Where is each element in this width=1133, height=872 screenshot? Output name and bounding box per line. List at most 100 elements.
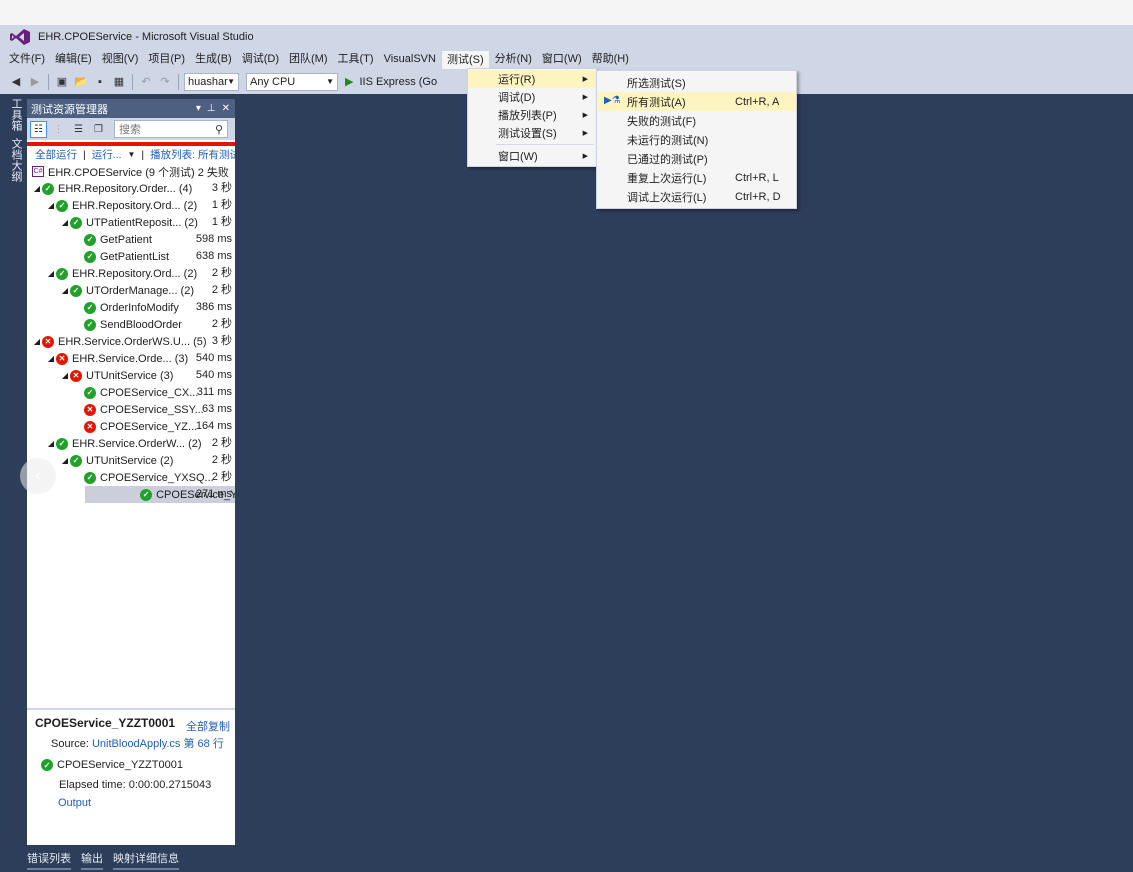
back-icon[interactable]: ◀ — [8, 74, 24, 90]
playlist-link[interactable]: 播放列表: 所有测试 — [150, 147, 235, 162]
copy-all-link[interactable]: 全部复制 — [186, 718, 230, 734]
test-tree-row[interactable]: ◢ ✓ UTPatientReposit... (2) 1 秒 — [27, 214, 235, 231]
test-tree-row[interactable]: ◢ ✕ EHR.Service.Orde... (3) 540 ms — [27, 350, 235, 367]
test-search-input[interactable]: 搜索 ⚲ — [114, 120, 228, 138]
expand-triangle-icon[interactable]: ◢ — [60, 218, 70, 227]
test-menu-item[interactable]: 测试设置(S) ▶ — [468, 124, 596, 142]
output-link[interactable]: Output — [35, 797, 227, 809]
test-tree-row[interactable]: ◢ ✕ UTUnitService (3) 540 ms — [27, 367, 235, 384]
undo-icon[interactable]: ↶ — [138, 74, 154, 90]
chevron-down-icon[interactable]: ▼ — [128, 150, 136, 159]
detail-result: ✓ CPOEService_YZZT0001 — [35, 759, 227, 771]
test-tree-row[interactable]: ◢ ✓ EHR.Repository.Order... (4) 3 秒 — [27, 180, 235, 197]
run-submenu-item[interactable]: 失败的测试(F) — [597, 111, 796, 130]
menu-bar: 文件(F) 编辑(E) 视图(V) 项目(P) 生成(B) 调试(D) 团队(M) 工具(T)… — [0, 50, 634, 69]
save-icon[interactable]: ▪ — [92, 74, 108, 90]
close-icon[interactable]: ✕ — [222, 103, 230, 114]
test-tree-row[interactable]: ✕ CPOEService_SSY... 63 ms — [27, 401, 235, 418]
start-debug-icon[interactable]: ▶ — [345, 75, 353, 88]
document-outline-tab[interactable]: 文档大纲 — [8, 138, 24, 182]
tab-mapping-details[interactable]: 映射详细信息 — [113, 850, 179, 870]
run-submenu-item[interactable]: 重复上次运行(L) Ctrl+R, L — [597, 168, 796, 187]
test-menu-item[interactable]: 运行(R) ▶ — [468, 70, 596, 88]
test-menu-item[interactable]: 播放列表(P) ▶ — [468, 106, 596, 124]
menu-item[interactable]: 测试(S) — [440, 50, 490, 69]
tab-output[interactable]: 输出 — [81, 850, 103, 870]
expand-triangle-icon[interactable]: ◢ — [32, 337, 42, 346]
platform-select[interactable]: Any CPU ▼ — [246, 72, 338, 91]
pin-icon[interactable]: ⊥ — [207, 103, 216, 114]
run-all-link[interactable]: 全部运行 — [35, 147, 77, 162]
menu-item[interactable]: 编辑(E) — [50, 50, 97, 69]
expand-triangle-icon[interactable]: ◢ — [46, 269, 56, 278]
run-submenu-item[interactable]: 调试上次运行(L) Ctrl+R, D — [597, 187, 796, 206]
group-by-icon[interactable]: ☷ — [30, 120, 47, 138]
test-name: GetPatientList — [100, 250, 170, 263]
menu-item[interactable]: 工具(T) — [333, 50, 379, 69]
forward-icon[interactable]: ▶ — [27, 74, 43, 90]
menu-item[interactable]: VisualSVN — [379, 50, 441, 69]
passed-icon: ✓ — [41, 759, 53, 771]
run-submenu-item[interactable]: 所选测试(S) — [597, 73, 796, 92]
solution-config-select[interactable]: huashar ▼ — [184, 72, 239, 91]
menu-item[interactable]: 帮助(H) — [587, 50, 634, 69]
window-position-icon[interactable]: ▾ — [196, 103, 201, 114]
tab-error-list[interactable]: 错误列表 — [27, 850, 71, 870]
test-explorer-title: 测试资源管理器 — [31, 103, 108, 116]
expand-triangle-icon[interactable]: ◢ — [32, 184, 42, 193]
test-tree-row[interactable]: ◢ ✓ UTOrderManage... (2) 2 秒 — [27, 282, 235, 299]
copy-icon[interactable]: ❐ — [90, 121, 107, 138]
menu-item[interactable]: 文件(F) — [4, 50, 50, 69]
test-detail-pane: CPOEService_YZZT0001 全部复制 Source: UnitBl… — [27, 708, 235, 845]
test-menu-item[interactable]: 窗口(W) ▶ — [468, 147, 596, 165]
test-root-node[interactable]: C# EHR.CPOEService (9 个测试) 2 失败 — [27, 163, 235, 180]
expand-triangle-icon[interactable]: ◢ — [60, 286, 70, 295]
test-tree-row[interactable]: ✓ SendBloodOrder 2 秒 — [27, 316, 235, 333]
redo-icon[interactable]: ↷ — [157, 74, 173, 90]
test-menu-item[interactable]: 调试(D) ▶ — [468, 88, 596, 106]
expand-triangle-icon[interactable]: ◢ — [46, 201, 56, 210]
expand-triangle-icon[interactable]: ◢ — [60, 371, 70, 380]
test-tree-row[interactable]: ✓CPOEService_YZ...271 ms — [85, 486, 235, 503]
test-tree-row[interactable]: ◢ ✓ EHR.Service.OrderW... (2) 2 秒 — [27, 435, 235, 452]
test-name: EHR.Repository.Order... (4) — [58, 182, 193, 195]
new-project-icon[interactable]: ▣ — [54, 74, 70, 90]
open-file-icon[interactable]: 📂 — [73, 74, 89, 90]
run-submenu-item[interactable]: 已通过的测试(P) — [597, 149, 796, 168]
menu-item[interactable]: 团队(M) — [284, 50, 333, 69]
run-dropdown-link[interactable]: 运行... — [92, 147, 122, 162]
test-menu-dropdown: 运行(R) ▶ 调试(D) ▶ 播放列表(P) ▶ 测试设置(S) ▶ 窗口(W) ▶ — [467, 68, 597, 167]
run-submenu-item[interactable]: 未运行的测试(N) — [597, 130, 796, 149]
test-tree-row[interactable]: ◢ ✓ EHR.Repository.Ord... (2) 1 秒 — [27, 197, 235, 214]
test-tree-row[interactable]: ◢ ✓ EHR.Repository.Ord... (2) 2 秒 — [27, 265, 235, 282]
search-icon[interactable]: ⚲ — [215, 123, 223, 136]
menu-item[interactable]: 项目(P) — [143, 50, 190, 69]
source-link[interactable]: UnitBloodApply.cs 第 68 行 — [92, 738, 224, 750]
test-tree-row[interactable]: ◢ ✓ UTUnitService (2) 2 秒 — [27, 452, 235, 469]
passed-icon: ✓ — [84, 250, 96, 263]
menu-item[interactable]: 分析(N) — [490, 50, 537, 69]
test-tree-row[interactable]: ✓ CPOEService_YXSQ... 2 秒 — [27, 469, 235, 486]
save-all-icon[interactable]: ▦ — [111, 74, 127, 90]
menu-item[interactable]: 调试(D) — [237, 50, 284, 69]
menu-item-label: 失败的测试(F) — [627, 115, 697, 128]
test-tree-row[interactable]: ✓ GetPatientList 638 ms — [27, 248, 235, 265]
expand-triangle-icon[interactable]: ◢ — [60, 456, 70, 465]
expand-triangle-icon[interactable]: ◢ — [46, 354, 56, 363]
test-tree-row[interactable]: ◢ ✕ EHR.Service.OrderWS.U... (5) 3 秒 — [27, 333, 235, 350]
test-name: UTPatientReposit... (2) — [86, 216, 198, 229]
test-tree-row[interactable]: ✓ OrderInfoModify 386 ms — [27, 299, 235, 316]
list-view-icon[interactable]: ☰ — [70, 121, 87, 138]
menu-item[interactable]: 视图(V) — [97, 50, 144, 69]
back-overlay-button[interactable]: ‹ — [20, 458, 56, 494]
test-tree-row[interactable]: ✓ GetPatient 598 ms — [27, 231, 235, 248]
test-tree-row[interactable]: ✓ CPOEService_CX... 311 ms — [27, 384, 235, 401]
menu-item[interactable]: 窗口(W) — [537, 50, 587, 69]
expand-triangle-icon[interactable]: ◢ — [46, 439, 56, 448]
run-submenu-item[interactable]: ▶⚗ 所有测试(A) Ctrl+R, A — [597, 92, 796, 111]
toolbox-tab[interactable]: 工具箱 — [8, 98, 24, 131]
hierarchy-icon[interactable]: ⋮ — [50, 121, 67, 138]
test-tree-row[interactable]: ✕ CPOEService_YZ... 164 ms — [27, 418, 235, 435]
menu-item[interactable]: 生成(B) — [190, 50, 237, 69]
run-target-label[interactable]: IIS Express (Go — [359, 76, 437, 88]
